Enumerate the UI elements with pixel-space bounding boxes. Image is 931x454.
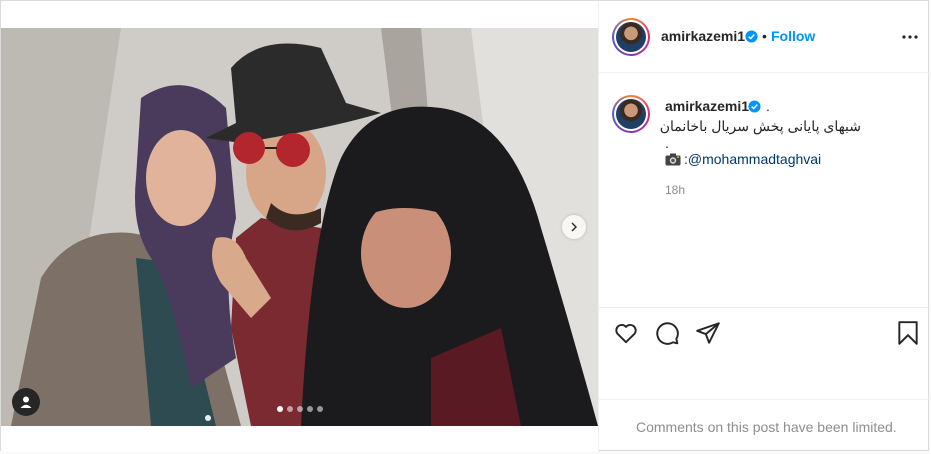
- post-card: amirkazemi1 • Follow amirkazemi1 . شبهای…: [0, 0, 930, 452]
- post-photo[interactable]: [1, 28, 598, 426]
- camera-icon: [665, 153, 681, 165]
- carousel-dot: [287, 406, 293, 412]
- verified-badge-icon: [748, 100, 761, 113]
- tagged-users-button[interactable]: [12, 388, 40, 416]
- carousel-dot: [317, 406, 323, 412]
- more-horizontal-icon: [902, 35, 918, 39]
- mention-link[interactable]: @mohammadtaghvai: [688, 151, 821, 167]
- post-timestamp[interactable]: 18h: [665, 183, 685, 197]
- caption-separator: .: [665, 135, 669, 151]
- carousel-dot: [297, 406, 303, 412]
- post-side-panel: amirkazemi1 • Follow amirkazemi1 . شبهای…: [598, 1, 930, 452]
- caption-username[interactable]: amirkazemi1: [665, 98, 749, 114]
- chevron-right-icon: [571, 222, 577, 232]
- verified-badge-icon: [745, 30, 758, 43]
- follow-separator: •: [762, 28, 767, 44]
- photo-illustration: [1, 28, 598, 426]
- heart-icon[interactable]: [613, 320, 639, 346]
- carousel-dot: [307, 406, 313, 412]
- caption-text: شبهای پایانی پخش سریال باخانمان: [659, 118, 861, 134]
- carousel-dot: [277, 406, 283, 412]
- avatar-image: [616, 22, 646, 52]
- bookmark-icon[interactable]: [895, 320, 921, 346]
- caption-credit: : @mohammadtaghvai: [665, 151, 821, 167]
- author-avatar[interactable]: [612, 18, 650, 56]
- next-slide-button[interactable]: [562, 215, 586, 239]
- user-icon: [20, 396, 32, 408]
- share-icon[interactable]: [695, 320, 721, 346]
- post-header: amirkazemi1 • Follow: [599, 1, 930, 73]
- caption-author-avatar[interactable]: [612, 95, 650, 133]
- comments-limited-notice: Comments on this post have been limited.: [599, 399, 930, 452]
- follow-button[interactable]: Follow: [771, 28, 815, 44]
- avatar-image: [616, 99, 646, 129]
- comments-limited-text: Comments on this post have been limited.: [636, 419, 897, 435]
- media-panel: [1, 1, 598, 452]
- caption-trailing-text: .: [766, 98, 770, 114]
- photo-tag-marker: [205, 415, 211, 421]
- caption-section: amirkazemi1 . شبهای پایانی پخش سریال باخ…: [599, 73, 930, 307]
- author-username[interactable]: amirkazemi1: [661, 28, 745, 44]
- more-options-button[interactable]: [901, 28, 919, 46]
- comment-icon[interactable]: [654, 320, 680, 346]
- carousel-indicator: [277, 406, 323, 412]
